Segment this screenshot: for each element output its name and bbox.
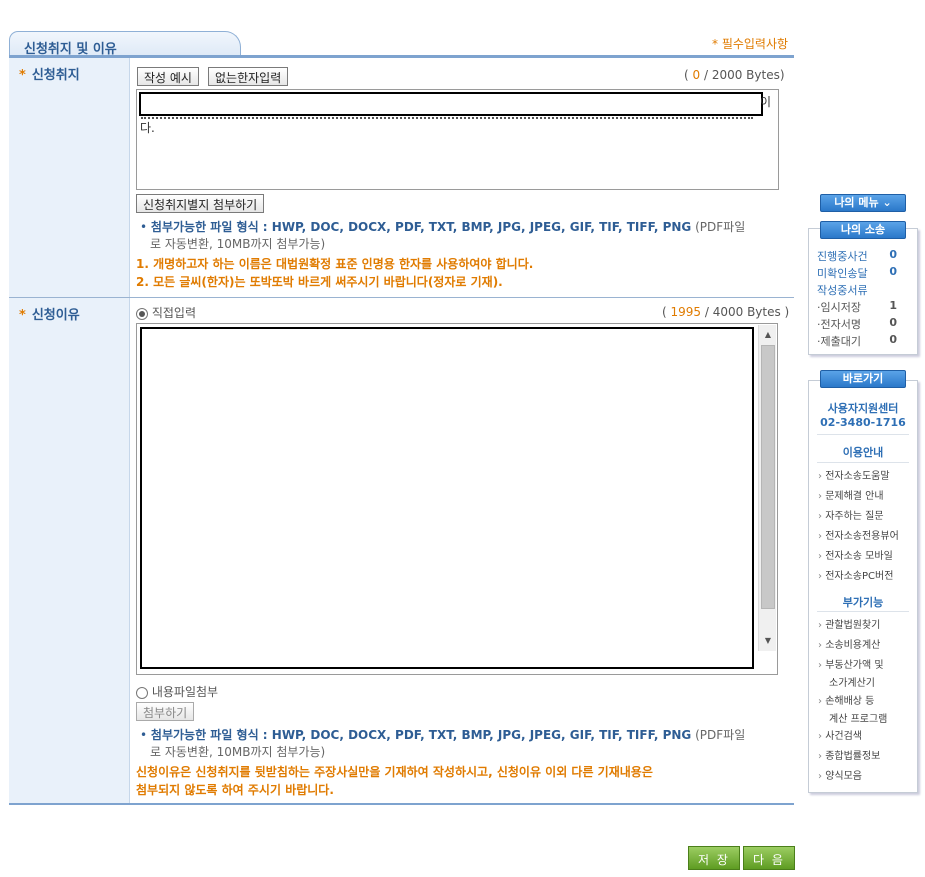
case-subrow-pending[interactable]: ·제출대기 0 [817,333,909,349]
reason-label: 신청이유 [31,308,80,323]
case-row-unconfirmed[interactable]: 미확인송달 0 [817,265,909,281]
shortcut-panel: 사용자지원센터 02-3480-1716 이용안내 전자소송도움말 문제해결 안… [808,380,918,793]
purpose-byte-count: 0 [692,68,701,82]
my-case-title[interactable]: 나의 소송 [820,221,906,239]
my-menu-button[interactable]: 나의 메뉴 ⌄ [820,194,906,212]
save-button[interactable]: 저 장 [688,846,740,870]
divider [817,434,909,435]
required-note: * 필수입력사항 [712,37,789,51]
reason-byte-count: 1995 [670,305,702,319]
extra-link[interactable]: 사건검색 [818,729,862,744]
extra-link[interactable]: 부동산가액 및 [818,658,883,673]
case-subrow-signed[interactable]: ·전자서명 0 [817,316,909,332]
shortcut-title[interactable]: 바로가기 [820,370,906,388]
usage-link[interactable]: 전자소송PC버전 [818,569,893,584]
section-bottom-line [9,803,794,805]
divider [817,462,909,463]
redaction-box [139,92,763,116]
scroll-down-icon[interactable]: ▼ [759,633,777,649]
reason-file-note: • 첨부가능한 파일 형식 : HWP, DOC, DOCX, PDF, TXT… [140,728,746,759]
purpose-text-tail: 이 [760,95,772,109]
case-row-in-progress[interactable]: 진행중사건 0 [817,248,909,264]
next-button[interactable]: 다 음 [743,846,795,870]
example-button[interactable]: 작성 예시 [137,67,199,86]
purpose-byte-counter: ( 0 / 2000 Bytes) [684,68,785,82]
extra-link-cont[interactable]: 계산 프로그램 [829,710,887,725]
direct-input-label: 직접입력 [151,306,196,320]
extra-link[interactable]: 종합법률정보 [818,749,880,764]
reason-scrollbar[interactable]: ▲ ▼ [758,325,776,651]
hanja-input-button[interactable]: 없는한자입력 [208,67,289,86]
purpose-label-cell: * 신청취지 [9,58,130,297]
file-attach-option[interactable]: 내용파일첨부 [136,683,218,700]
purpose-warning-2: 2. 모든 글씨(한자)는 또박또박 바르게 써주시기 바랍니다(정자로 기재)… [136,275,503,289]
usage-link[interactable]: 자주하는 질문 [818,509,883,524]
case-subrow-temp-saved[interactable]: ·임시저장 1 [817,299,909,315]
usage-link[interactable]: 전자소송도움말 [818,469,889,484]
redaction-box [140,327,754,669]
extra-link-cont[interactable]: 소가계산기 [829,674,875,689]
file-attach-radio[interactable] [136,686,148,699]
purpose-warning-1: 1. 개명하고자 하는 이름은 대법원확정 표준 인명용 한자를 사용하여야 합… [136,257,534,271]
reason-attach-button[interactable]: 첨부하기 [136,702,195,721]
file-attach-label: 내용파일첨부 [151,685,219,699]
direct-input-option[interactable]: 직접입력 [136,304,196,321]
scroll-thumb[interactable] [761,345,775,609]
usage-link[interactable]: 전자소송전용뷰어 [818,529,899,544]
extra-link[interactable]: 양식모음 [818,769,862,784]
usage-guide-heading: 이용안내 [842,446,884,459]
purpose-text-line2: 다. [140,121,155,135]
extra-link[interactable]: 소송비용계산 [818,638,880,653]
support-phone: 02-3480-1716 [820,416,906,429]
divider [817,611,909,612]
reason-warning-1: 신청이유은 신청취지를 뒷받침하는 주장사실만을 기재하여 작성하시고, 신청이… [136,765,653,779]
purpose-file-note: • 첨부가능한 파일 형식 : HWP, DOC, DOCX, PDF, TXT… [140,220,746,251]
required-star: * [19,308,26,323]
usage-link[interactable]: 문제해결 안내 [818,489,883,504]
usage-link[interactable]: 전자소송 모바일 [818,549,893,564]
case-row-drafting[interactable]: 작성중서류 [817,282,909,298]
required-star: * [19,68,26,83]
extra-link[interactable]: 손해배상 등 [818,694,874,709]
section-tab: 신청취지 및 이유 [9,31,241,57]
support-center-label[interactable]: 사용자지원센터 [809,400,917,416]
scroll-up-icon[interactable]: ▲ [759,327,777,343]
direct-input-radio[interactable] [136,307,148,320]
purpose-textarea[interactable]: 이 다. [136,89,779,190]
extra-features-heading: 부가기능 [842,596,884,609]
purpose-attach-button[interactable]: 신청취지별지 첨부하기 [136,194,265,213]
reason-textarea[interactable] [136,323,778,675]
redacted-text-line [141,117,753,119]
reason-byte-counter: ( 1995 / 4000 Bytes ) [662,305,790,319]
extra-link[interactable]: 관할법원찾기 [818,618,880,633]
purpose-label: 신청취지 [31,68,80,83]
reason-warning-2: 첨부되지 않도록 하여 주시기 바랍니다. [136,783,334,797]
my-case-panel: 진행중사건 0 미확인송달 0 작성중서류 ·임시저장 1 ·전자서명 0 ·제출대기 0 [808,228,918,355]
reason-label-cell: * 신청이유 [9,298,130,803]
